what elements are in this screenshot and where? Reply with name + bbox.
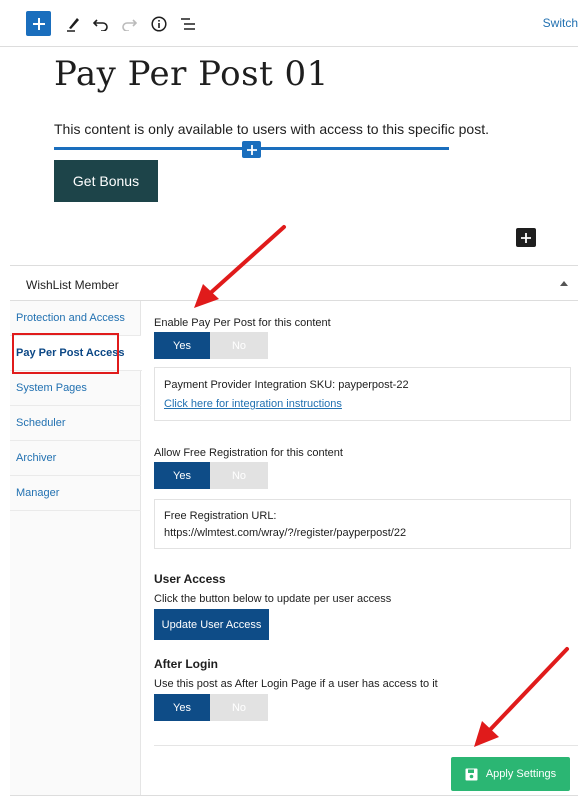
highlight-box (12, 333, 119, 374)
pay-per-post-panel: Enable Pay Per Post for this content Yes… (141, 301, 578, 795)
undo-button[interactable] (88, 11, 114, 37)
add-block-button[interactable] (26, 11, 51, 36)
free-registration-url: https://wlmtest.com/wray/?/register/payp… (164, 527, 407, 539)
after-login-description: Use this post as After Login Page if a u… (154, 678, 438, 690)
after-login-toggle[interactable]: Yes No (154, 694, 268, 721)
metabox-bottom-border (10, 795, 578, 796)
enable-ppp-toggle[interactable]: Yes No (154, 332, 268, 359)
integration-instructions-link[interactable]: Click here for integration instructions (164, 398, 342, 410)
free-registration-url-label: Free Registration URL: (164, 510, 277, 522)
plus-icon (246, 144, 257, 155)
undo-icon (93, 19, 108, 31)
toggle-yes[interactable]: Yes (154, 462, 210, 489)
editor-toolbar: Switch (0, 0, 578, 47)
enable-ppp-label: Enable Pay Per Post for this content (154, 317, 331, 329)
toggle-no[interactable]: No (210, 694, 268, 721)
list-view-icon (181, 18, 195, 30)
panel-divider (154, 745, 578, 746)
tab-protection-and-access[interactable]: Protection and Access (10, 301, 141, 336)
details-button[interactable] (146, 11, 172, 37)
tab-archiver[interactable]: Archiver (10, 441, 141, 476)
toggle-no[interactable]: No (210, 462, 268, 489)
insert-block-button[interactable] (242, 141, 261, 158)
after-login-heading: After Login (154, 657, 218, 671)
toggle-no[interactable]: No (210, 332, 268, 359)
toggle-yes[interactable]: Yes (154, 694, 210, 721)
free-registration-url-box: Free Registration URL: https://wlmtest.c… (154, 499, 571, 549)
sku-text: Payment Provider Integration SKU: payper… (164, 379, 409, 391)
collapse-arrow-icon[interactable] (560, 281, 568, 286)
metabox-tabs: Protection and Access Pay Per Post Acces… (10, 301, 142, 795)
redo-icon (122, 19, 137, 31)
tab-scheduler[interactable]: Scheduler (10, 406, 141, 441)
toggle-yes[interactable]: Yes (154, 332, 210, 359)
add-block-inline-button[interactable] (516, 228, 536, 247)
tab-system-pages[interactable]: System Pages (10, 371, 141, 406)
list-view-button[interactable] (175, 11, 201, 37)
sku-box: Payment Provider Integration SKU: payper… (154, 367, 571, 421)
plus-icon (32, 17, 45, 30)
tools-button[interactable] (60, 11, 86, 37)
metabox-header[interactable]: WishList Member (10, 265, 578, 301)
switch-link[interactable]: Switch (543, 16, 578, 30)
pencil-icon (67, 18, 79, 32)
tab-manager[interactable]: Manager (10, 476, 141, 511)
metabox-title: WishList Member (26, 278, 119, 292)
get-bonus-button[interactable]: Get Bonus (54, 160, 158, 202)
redo-button[interactable] (116, 11, 142, 37)
user-access-description: Click the button below to update per use… (154, 593, 392, 605)
free-registration-label: Allow Free Registration for this content (154, 447, 343, 459)
update-user-access-button[interactable]: Update User Access (154, 609, 269, 640)
info-icon (151, 16, 167, 32)
apply-settings-label: Apply Settings (485, 768, 557, 780)
plus-icon (521, 232, 531, 243)
user-access-heading: User Access (154, 572, 226, 586)
post-title[interactable]: Pay Per Post 01 (54, 54, 329, 94)
post-paragraph[interactable]: This content is only available to users … (54, 121, 489, 137)
apply-settings-button[interactable]: Apply Settings (451, 757, 570, 791)
free-registration-toggle[interactable]: Yes No (154, 462, 268, 489)
save-icon (465, 768, 478, 780)
